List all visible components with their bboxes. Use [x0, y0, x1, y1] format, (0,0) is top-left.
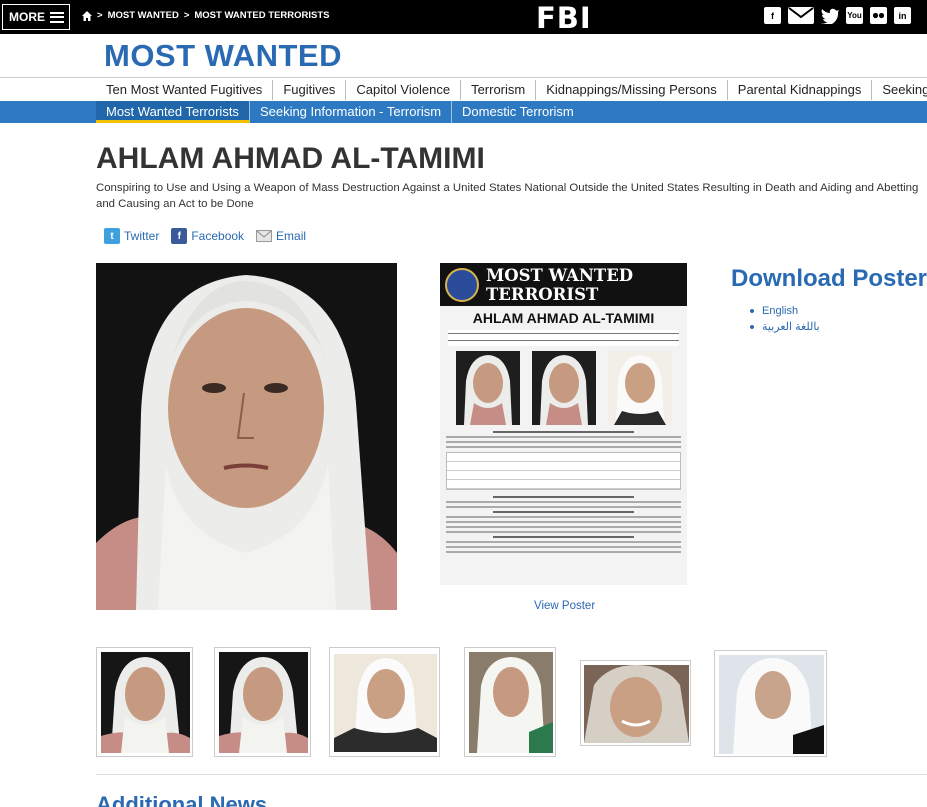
facebook-icon: f [171, 228, 188, 244]
poster-photo [455, 351, 520, 425]
share-facebook-label: Facebook [191, 229, 245, 243]
twitter-icon[interactable] [821, 8, 839, 24]
photo-thumbnail[interactable] [464, 647, 556, 757]
photo-thumbnail[interactable] [714, 650, 827, 757]
download-poster-list: English باللغة العربية [750, 305, 820, 336]
view-poster-link[interactable]: View Poster [534, 600, 595, 612]
more-label: MORE [9, 10, 45, 24]
share-email-label: Email [276, 229, 307, 243]
poster-header: MOST WANTED TERRORIST [440, 263, 687, 306]
poster-photos [440, 351, 687, 425]
nav-item-parental-kidnappings[interactable]: Parental Kidnappings [728, 80, 873, 100]
download-arabic-link[interactable]: باللغة العربية [750, 320, 820, 333]
secondary-nav: Most Wanted Terrorists Seeking Informati… [0, 101, 927, 123]
suspect-photo[interactable] [96, 263, 397, 610]
poster-reward-text [446, 496, 681, 553]
nav-item-fugitives[interactable]: Fugitives [273, 80, 347, 100]
fbi-seal-icon [445, 268, 479, 302]
poster-description [446, 431, 681, 448]
poster-preview[interactable]: MOST WANTED TERRORIST AHLAM AHMAD AL-TAM… [440, 263, 687, 585]
section-title[interactable]: MOST WANTED [104, 38, 342, 74]
share-twitter-label: Twitter [124, 229, 160, 243]
tab-seeking-information-terrorism[interactable]: Seeking Information - Terrorism [250, 101, 453, 123]
breadcrumb-item-most-wanted[interactable]: MOST WANTED [108, 10, 179, 21]
facebook-icon[interactable]: f [764, 7, 781, 24]
additional-news-heading: Additional News [96, 792, 268, 807]
section-header: MOST WANTED [0, 34, 927, 78]
photo-thumbnail[interactable] [96, 647, 193, 757]
youtube-icon[interactable]: You [846, 7, 863, 24]
nav-item-kidnappings[interactable]: Kidnappings/Missing Persons [536, 80, 728, 100]
twitter-icon: t [104, 228, 120, 244]
hamburger-icon [50, 11, 64, 23]
primary-nav: Ten Most Wanted Fugitives Fugitives Capi… [96, 80, 927, 100]
poster-name: AHLAM AHMAD AL-TAMIMI [472, 310, 655, 326]
download-poster-heading: Download Poster [731, 265, 927, 292]
email-icon [256, 230, 273, 242]
nav-item-terrorism[interactable]: Terrorism [461, 80, 537, 100]
poster-header-line2: TERRORIST [486, 285, 599, 304]
social-links: f You in [764, 7, 911, 24]
email-icon[interactable] [788, 7, 814, 24]
photo-thumbnail[interactable] [580, 660, 691, 746]
home-icon[interactable] [82, 10, 92, 21]
share-facebook-link[interactable]: f Facebook [171, 228, 244, 244]
divider [96, 774, 927, 775]
photo-thumbnail[interactable] [329, 647, 440, 757]
share-links: t Twitter f Facebook Email [104, 228, 306, 244]
page-title: AHLAM AHMAD AL-TAMIMI [96, 142, 485, 175]
fbi-logo[interactable]: FBI [536, 1, 592, 35]
poster-charges [448, 330, 679, 346]
nav-item-seeking[interactable]: Seeking [872, 80, 927, 100]
more-menu-button[interactable]: MORE [2, 4, 70, 30]
tab-domestic-terrorism[interactable]: Domestic Terrorism [452, 101, 584, 123]
linkedin-icon[interactable]: in [894, 7, 911, 24]
charges-text: Conspiring to Use and Using a Weapon of … [96, 182, 919, 210]
poster-header-line1: MOST WANTED [486, 266, 634, 285]
tab-most-wanted-terrorists[interactable]: Most Wanted Terrorists [96, 101, 250, 123]
top-bar: MORE > MOST WANTED > MOST WANTED TERRORI… [0, 0, 927, 35]
breadcrumb-item-terrorists[interactable]: MOST WANTED TERRORISTS [194, 10, 329, 21]
nav-item-capitol-violence[interactable]: Capitol Violence [346, 80, 462, 100]
poster-photo [531, 351, 596, 425]
flickr-icon[interactable] [870, 7, 887, 24]
share-email-link[interactable]: Email [256, 228, 306, 244]
download-english-link[interactable]: English [750, 305, 820, 317]
share-twitter-link[interactable]: t Twitter [104, 228, 159, 244]
breadcrumb: > MOST WANTED > MOST WANTED TERRORISTS [82, 10, 330, 21]
poster-photo [607, 351, 672, 425]
photo-thumbnail[interactable] [214, 647, 311, 757]
nav-item-ten-most-wanted[interactable]: Ten Most Wanted Fugitives [96, 80, 274, 100]
poster-details-table [446, 452, 681, 490]
